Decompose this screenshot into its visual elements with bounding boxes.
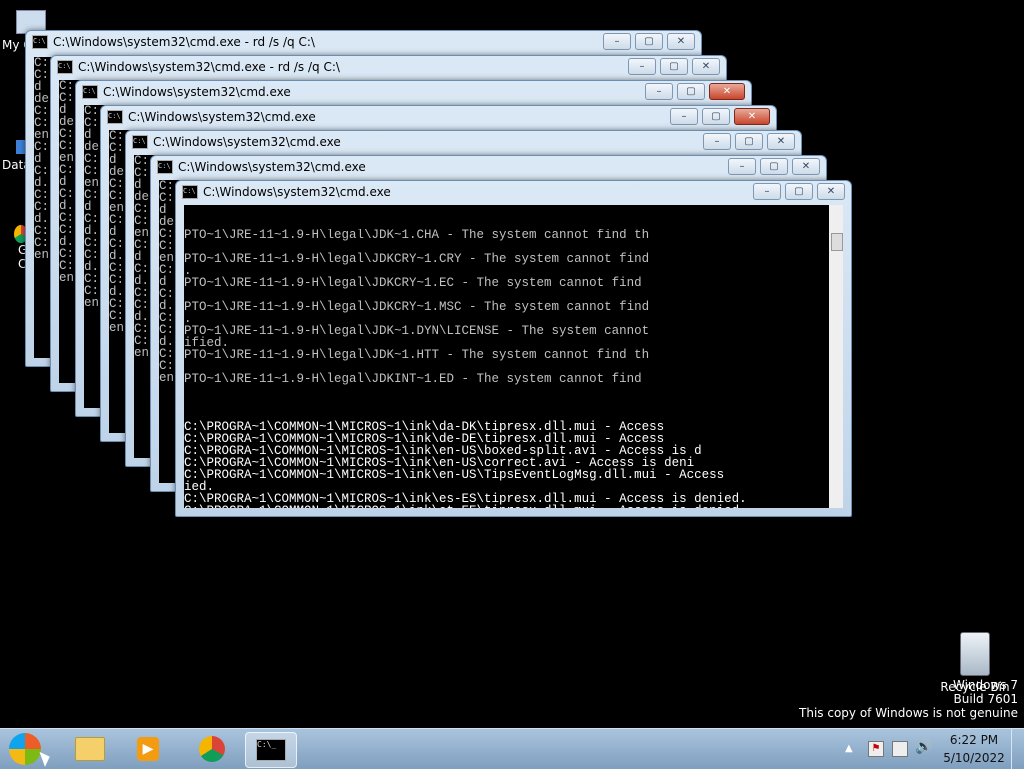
- volume-icon[interactable]: 🔊: [915, 739, 932, 755]
- action-center-icon[interactable]: ⚑: [868, 741, 884, 757]
- start-button[interactable]: [2, 732, 48, 766]
- window-title: C:\Windows\system32\cmd.exe - rd /s /q C…: [53, 35, 315, 49]
- cmd-icon: C:\: [157, 160, 173, 174]
- console-front-text: PTO~1\JRE-11~1.9-H\legal\JDK~1.CHA - The…: [184, 229, 650, 386]
- console-back-text: C:\PROGRA~1\COMMON~1\MICROS~1\ink\da-DK\…: [184, 420, 747, 508]
- maximize-button[interactable]: ▢: [735, 133, 763, 150]
- minimize-button[interactable]: –: [753, 183, 781, 200]
- cmd-window-7[interactable]: C:\ C:\Windows\system32\cmd.exe – ▢ ✕ PTO~…: [175, 180, 852, 517]
- cmd-icon: C:\: [107, 110, 123, 124]
- close-button[interactable]: ✕: [692, 58, 720, 75]
- window-title: C:\Windows\system32\cmd.exe: [128, 110, 316, 124]
- window-title: C:\Windows\system32\cmd.exe: [203, 185, 391, 199]
- minimize-button[interactable]: –: [603, 33, 631, 50]
- taskbar: ▶ C:\_ ▲ ⚑ 🔊 6:22 PM 5/10/2022: [0, 728, 1024, 769]
- minimize-button[interactable]: –: [703, 133, 731, 150]
- cmd-icon: C:\: [57, 60, 73, 74]
- title-bar[interactable]: C:\ C:\Windows\system32\cmd.exe: [151, 156, 826, 178]
- watermark-line3: This copy of Windows is not genuine: [799, 706, 1018, 720]
- clock-date: 5/10/2022: [943, 751, 1005, 765]
- recycle-bin-icon: [960, 632, 990, 676]
- close-button[interactable]: ✕: [767, 133, 795, 150]
- close-button[interactable]: ✕: [667, 33, 695, 50]
- watermark-line2: Build 7601: [953, 692, 1018, 706]
- taskbar-explorer[interactable]: [65, 732, 115, 766]
- taskbar-cmd[interactable]: C:\_: [245, 732, 297, 768]
- clock[interactable]: 6:22 PM 5/10/2022: [940, 733, 1008, 765]
- console-output: PTO~1\JRE-11~1.9-H\legal\JDK~1.CHA - The…: [184, 205, 829, 508]
- window-title: C:\Windows\system32\cmd.exe: [103, 85, 291, 99]
- title-bar[interactable]: C:\ C:\Windows\system32\cmd.exe - rd /s …: [51, 56, 726, 78]
- maximize-button[interactable]: ▢: [702, 108, 730, 125]
- close-button[interactable]: ✕: [709, 83, 745, 100]
- maximize-button[interactable]: ▢: [660, 58, 688, 75]
- maximize-button[interactable]: ▢: [635, 33, 663, 50]
- title-bar[interactable]: C:\ C:\Windows\system32\cmd.exe: [126, 131, 801, 153]
- show-hidden-icons[interactable]: ▲: [845, 743, 853, 754]
- chrome-icon: [199, 736, 225, 762]
- window-title: C:\Windows\system32\cmd.exe - rd /s /q C…: [78, 60, 340, 74]
- minimize-button[interactable]: –: [728, 158, 756, 175]
- taskbar-media-player[interactable]: ▶: [123, 732, 173, 766]
- vertical-scrollbar[interactable]: [829, 205, 843, 508]
- network-icon[interactable]: [892, 741, 908, 757]
- window-title: C:\Windows\system32\cmd.exe: [178, 160, 366, 174]
- windows-watermark: Windows 7 Build 7601 This copy of Window…: [799, 678, 1018, 720]
- clock-time: 6:22 PM: [949, 733, 999, 747]
- title-bar[interactable]: C:\ C:\Windows\system32\cmd.exe - rd /s …: [26, 31, 701, 53]
- cmd-icon: C:\_: [256, 739, 286, 761]
- cmd-icon: C:\: [82, 85, 98, 99]
- media-player-icon: ▶: [137, 737, 159, 761]
- folder-icon: [75, 737, 105, 761]
- show-desktop-button[interactable]: [1011, 729, 1024, 769]
- cmd-icon: C:\: [132, 135, 148, 149]
- cmd-icon: C:\: [182, 185, 198, 199]
- maximize-button[interactable]: ▢: [677, 83, 705, 100]
- close-button[interactable]: ✕: [734, 108, 770, 125]
- maximize-button[interactable]: ▢: [785, 183, 813, 200]
- close-button[interactable]: ✕: [792, 158, 820, 175]
- maximize-button[interactable]: ▢: [760, 158, 788, 175]
- minimize-button[interactable]: –: [645, 83, 673, 100]
- taskbar-chrome[interactable]: [187, 732, 237, 766]
- minimize-button[interactable]: –: [670, 108, 698, 125]
- minimize-button[interactable]: –: [628, 58, 656, 75]
- watermark-line1: Windows 7: [952, 678, 1018, 692]
- cmd-icon: C:\: [32, 35, 48, 49]
- scroll-thumb[interactable]: [831, 233, 843, 251]
- title-bar[interactable]: C:\ C:\Windows\system32\cmd.exe: [176, 181, 851, 203]
- close-button[interactable]: ✕: [817, 183, 845, 200]
- window-title: C:\Windows\system32\cmd.exe: [153, 135, 341, 149]
- windows-start-icon: [9, 733, 41, 765]
